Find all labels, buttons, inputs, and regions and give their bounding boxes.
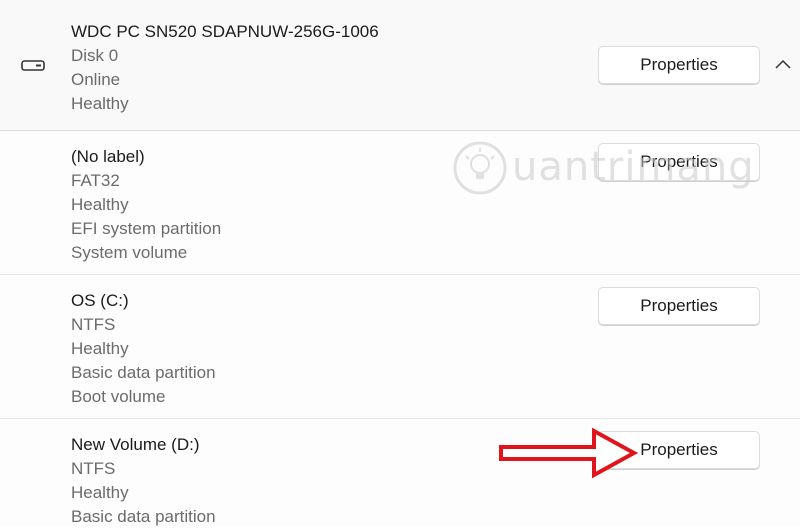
partition-properties-button[interactable]: Properties [598,143,760,181]
disk-row: WDC PC SN520 SDAPNUW-256G-1006 Disk 0 On… [0,0,800,131]
partition-filesystem: NTFS [71,315,116,334]
partition-label: (No label) [71,147,145,166]
partition-role: System volume [71,243,188,262]
disk-health: Healthy [71,94,129,113]
partition-filesystem: NTFS [71,459,116,478]
disk-drive-icon [21,60,45,71]
partition-health: Healthy [71,483,129,502]
partition-info: (No label) FAT32 Healthy EFI system part… [71,145,221,265]
disk-number: Disk 0 [71,46,119,65]
partition-row-no-label: (No label) FAT32 Healthy EFI system part… [0,131,800,275]
disk-model: WDC PC SN520 SDAPNUW-256G-1006 [71,22,379,41]
partition-info: New Volume (D:) NTFS Healthy Basic data … [71,433,216,529]
partition-health: Healthy [71,339,129,358]
red-arrow-icon [499,427,638,479]
partition-row-new-volume-d: New Volume (D:) NTFS Healthy Basic data … [0,419,800,526]
partition-role: Boot volume [71,387,166,406]
partition-type: Basic data partition [71,363,216,382]
partition-row-os-c: OS (C:) NTFS Healthy Basic data partitio… [0,275,800,419]
disk-status: Online [71,70,121,89]
partition-type: Basic data partition [71,507,216,526]
partition-properties-button[interactable]: Properties [598,287,760,325]
partition-health: Healthy [71,195,129,214]
partition-type: EFI system partition [71,219,222,238]
disk-info: WDC PC SN520 SDAPNUW-256G-1006 Disk 0 On… [71,20,379,116]
partition-info: OS (C:) NTFS Healthy Basic data partitio… [71,289,216,409]
chevron-up-icon[interactable] [774,58,792,70]
disk-properties-button[interactable]: Properties [598,46,760,84]
partition-label: OS (C:) [71,291,129,310]
partition-filesystem: FAT32 [71,171,120,190]
partition-label: New Volume (D:) [71,435,200,454]
